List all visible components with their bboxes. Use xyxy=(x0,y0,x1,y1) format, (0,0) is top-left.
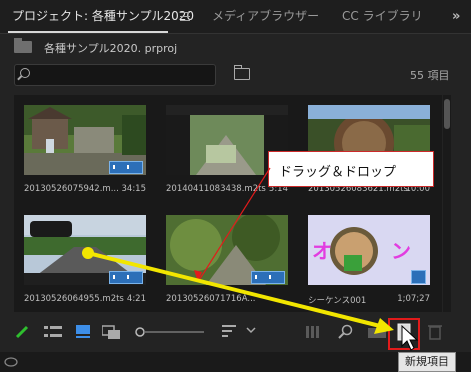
project-panel: プロジェクト: 各種サンプル2020 メディアブラウザー CC ライブラリ » … xyxy=(0,0,471,372)
mouse-cursor-icon xyxy=(401,324,419,351)
drag-start-dot xyxy=(82,247,94,259)
callout-pointer-line xyxy=(197,167,271,283)
drag-arrow-head xyxy=(374,318,394,334)
annotation-overlay xyxy=(82,167,419,351)
drag-arrow-line xyxy=(87,251,381,328)
